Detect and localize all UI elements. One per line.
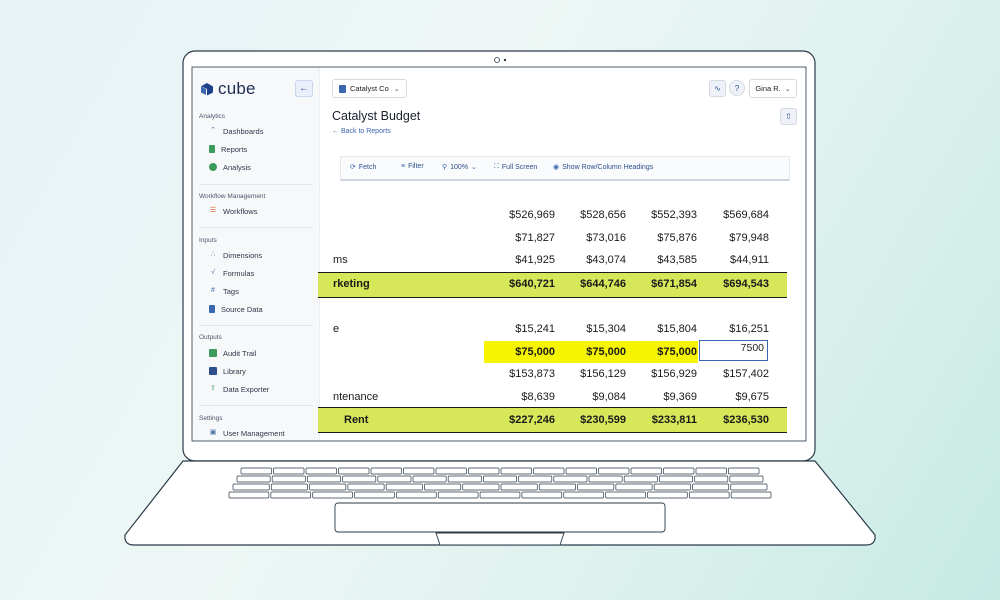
logo-text: cube — [218, 79, 256, 98]
divider — [199, 325, 313, 326]
sidebar-item-label: Dashboards — [223, 126, 264, 136]
sidebar-item-label: Library — [223, 366, 246, 376]
sidebar-item-label: Data Exporter — [223, 384, 270, 394]
divider — [199, 184, 313, 185]
sidebar-item-label: Tags — [223, 286, 239, 296]
sidebar-item-label: Workflows — [223, 206, 258, 216]
spreadsheet-grid — [319, 68, 805, 440]
upload-icon: ⇧ — [210, 385, 216, 392]
sidebar-item-data-exporter[interactable]: ⇧ Data Exporter — [209, 383, 269, 395]
sidebar-item-library[interactable]: Library — [209, 365, 246, 377]
divider — [199, 227, 313, 228]
sidebar-item-reports[interactable]: Reports — [209, 143, 247, 155]
sidebar: cube ← Analytics ⌃ Dashboards Reports Ana… — [193, 68, 320, 440]
table-icon — [209, 349, 217, 357]
users-icon: ▣ — [209, 429, 217, 436]
section-outputs: Outputs — [199, 334, 222, 341]
app-window: cube ← Analytics ⌃ Dashboards Reports Ana… — [193, 68, 805, 440]
sidebar-item-source-data[interactable]: Source Data — [209, 303, 263, 315]
sidebar-item-label: Analysis — [223, 162, 251, 172]
sidebar-item-label: Formulas — [223, 268, 255, 278]
section-settings: Settings — [199, 415, 223, 422]
sidebar-item-label: Source Data — [221, 304, 263, 314]
book-icon — [209, 367, 217, 375]
checklist-icon: ☰ — [209, 207, 217, 214]
main-content: Catalyst Co ⌄ ∿ ? Gina R. ⌄ Catalyst Bud… — [319, 68, 805, 440]
sidebar-item-label: Audit Trail — [223, 348, 257, 358]
report-icon — [209, 145, 215, 153]
line-chart-icon: ⌃ — [210, 127, 216, 134]
section-inputs: Inputs — [199, 237, 217, 244]
collapse-sidebar-button[interactable]: ← — [295, 80, 313, 97]
sidebar-item-dashboards[interactable]: ⌃ Dashboards — [209, 125, 263, 137]
divider — [199, 405, 313, 406]
cube-logo-icon — [201, 83, 213, 96]
sidebar-item-dimensions[interactable]: ∴ Dimensions — [209, 249, 262, 261]
logo: cube — [200, 79, 256, 99]
dimensions-icon: ∴ — [210, 251, 216, 258]
section-workflow: Workflow Management — [199, 193, 266, 200]
sidebar-item-audit-trail[interactable]: Audit Trail — [209, 347, 256, 359]
sidebar-item-tags[interactable]: # Tags — [209, 285, 239, 297]
sidebar-item-analysis[interactable]: Analysis — [209, 161, 251, 173]
sidebar-item-label: Dimensions — [223, 250, 263, 260]
sidebar-item-formulas[interactable]: √ Formulas — [209, 267, 254, 279]
pie-chart-icon — [209, 163, 217, 171]
section-analytics: Analytics — [199, 113, 226, 120]
hash-icon: # — [211, 287, 215, 294]
sidebar-item-label: Reports — [221, 144, 248, 154]
sidebar-item-label: User Management — [223, 428, 285, 438]
file-icon — [209, 305, 215, 313]
formula-icon: √ — [211, 269, 215, 276]
sidebar-item-user-management[interactable]: ▣ User Management — [209, 427, 285, 439]
sidebar-item-workflows[interactable]: ☰ Workflows — [209, 205, 258, 217]
